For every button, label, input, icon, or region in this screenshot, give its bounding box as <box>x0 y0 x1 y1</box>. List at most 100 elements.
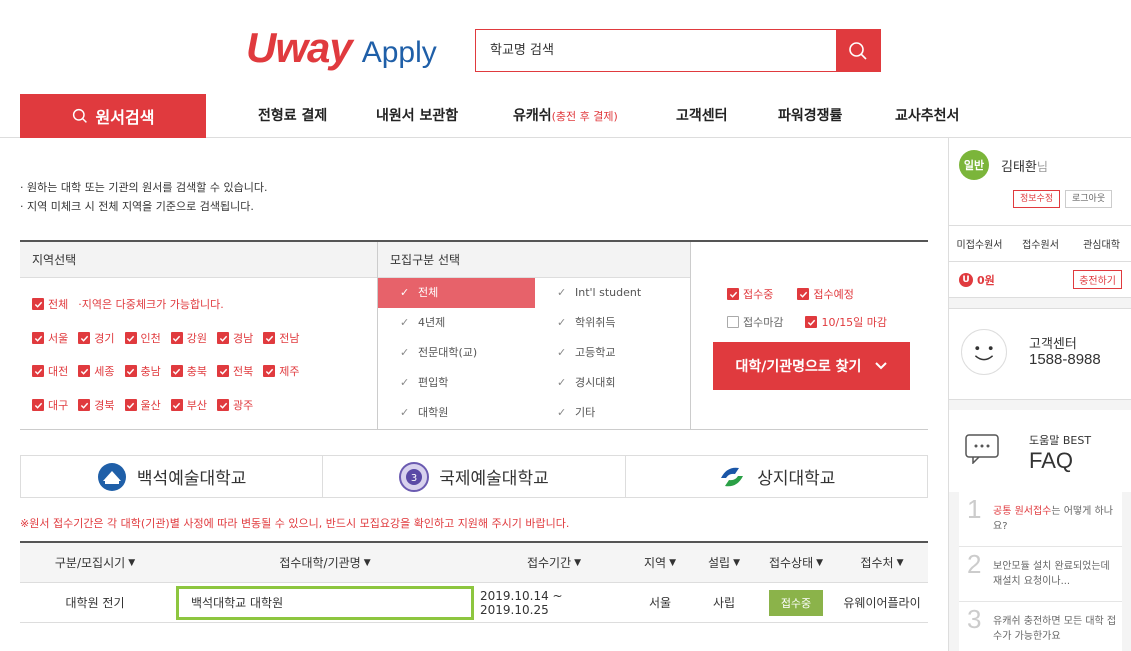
recruit-type-option[interactable]: ✓ Int'l student <box>535 278 692 308</box>
sort-down-icon: ▼ <box>128 557 136 568</box>
find-by-name-label: 대학/기관명으로 찾기 <box>735 359 862 375</box>
baekseok-logo-icon <box>97 462 126 491</box>
recruit-type-option[interactable]: ✓ 전체 <box>378 278 535 308</box>
nav-ucash[interactable]: 유캐쉬(충전 후 결제) <box>513 94 618 138</box>
region-checkbox[interactable]: 대구 <box>32 397 68 413</box>
checkbox-icon <box>78 332 91 344</box>
tab-favorites[interactable]: 관심대학 <box>1071 226 1131 261</box>
kookje-logo-icon: 3 <box>399 461 430 492</box>
region-checkbox[interactable]: 제주 <box>263 363 300 379</box>
recruit-type-option[interactable]: ✓ 4년제 <box>378 308 535 338</box>
nav-customer-center[interactable]: 고객센터 <box>676 94 728 138</box>
uway-apply-logo[interactable]: Uway Apply <box>246 24 437 74</box>
region-checkbox[interactable]: 경남 <box>217 330 253 346</box>
region-all-label: 전체 <box>48 298 69 311</box>
checkbox-icon <box>727 316 739 328</box>
region-checkbox[interactable]: 충남 <box>124 363 161 379</box>
search-button[interactable] <box>836 30 880 71</box>
faq-number: 3 <box>967 604 982 634</box>
checkbox-icon <box>78 365 91 377</box>
recruit-type-option[interactable]: ✓ 대학원 <box>378 398 535 428</box>
status-closed-checkbox[interactable]: 접수마감 <box>727 314 783 330</box>
status-badge[interactable]: 접수중 <box>768 589 824 616</box>
tab-unsubmitted[interactable]: 미접수원서 <box>949 226 1010 261</box>
region-checkbox[interactable]: 충북 <box>170 363 207 379</box>
faq-item[interactable]: 2 보안모듈 설치 완료되었는데 재설치 요청이나... <box>959 547 1122 602</box>
region-checkbox[interactable]: 경북 <box>78 397 115 413</box>
region-checkbox[interactable]: 울산 <box>124 397 161 413</box>
smile-icon <box>961 329 1007 375</box>
col-period-header[interactable]: 접수기간 ▼ <box>480 543 628 582</box>
col-agency-header[interactable]: 접수처 ▼ <box>836 543 928 582</box>
region-checkbox[interactable]: 전북 <box>217 363 253 379</box>
tab-submitted[interactable]: 접수원서 <box>1010 226 1071 261</box>
region-label: 경기 <box>94 332 115 345</box>
region-label: 충북 <box>186 365 207 378</box>
status-deadline-checkbox[interactable]: 10/15일 마감 <box>805 314 887 330</box>
check-icon: ✓ <box>400 316 410 329</box>
col-region-header[interactable]: 지역 ▼ <box>628 543 692 582</box>
user-name-text: 김태환 <box>1001 160 1037 175</box>
school-search-input[interactable] <box>476 30 836 71</box>
region-label: 대구 <box>48 399 69 412</box>
nav-application-search[interactable]: 원서검색 <box>20 94 206 138</box>
region-checkbox[interactable]: 광주 <box>217 397 253 413</box>
recruit-type-option[interactable]: ✓ 경시대회 <box>535 368 692 398</box>
region-checkbox[interactable]: 부산 <box>170 397 207 413</box>
recruit-type-option[interactable]: ✓ 편입학 <box>378 368 535 398</box>
faq-list: 1 공통 원서접수는 어떻게 하나요? 2 보안모듈 설치 완료되었는데 재설치 요… <box>959 492 1122 651</box>
region-label: 광주 <box>233 399 254 412</box>
checkbox-icon <box>805 316 818 328</box>
recruit-type-label: 편입학 <box>418 376 449 389</box>
col-name-header[interactable]: 접수대학/기관명 ▼ <box>170 543 480 582</box>
region-checkbox[interactable]: 강원 <box>170 330 207 346</box>
status-accepting-checkbox[interactable]: 접수중 <box>727 286 773 302</box>
recruit-type-option[interactable]: ✓ 기타 <box>535 398 692 428</box>
region-checkbox[interactable]: 경기 <box>78 330 115 346</box>
faq-item[interactable]: 3 유캐쉬 충전하면 모든 대학 접수가 가능한가요 <box>959 602 1122 651</box>
region-checkbox[interactable]: 서울 <box>32 330 68 346</box>
customer-center-panel[interactable]: 고객센터 1588-8988 <box>949 308 1131 400</box>
nav-my-applications[interactable]: 내원서 보관함 <box>376 94 458 138</box>
col-status-header[interactable]: 접수상태 ▼ <box>756 543 836 582</box>
charge-button[interactable]: 충전하기 <box>1073 270 1122 289</box>
nav-fee-payment[interactable]: 전형료 결제 <box>258 94 327 138</box>
region-all-checkbox[interactable]: 전체 <box>32 296 68 312</box>
university-sangji[interactable]: 상지대학교 <box>626 456 927 497</box>
region-checkbox[interactable]: 세종 <box>78 363 115 379</box>
status-row-1: 접수중 접수예정 <box>727 286 854 302</box>
col-founding-header[interactable]: 설립 ▼ <box>692 543 756 582</box>
col-type-header[interactable]: 구분/모집시기 ▼ <box>20 543 170 582</box>
sort-down-icon: ▼ <box>896 557 904 568</box>
nav-teacher-recommendation[interactable]: 교사추천서 <box>895 94 959 138</box>
region-checkbox[interactable]: 인천 <box>124 330 161 346</box>
cell-university-name[interactable]: 백석대학교 대학원 <box>176 585 474 620</box>
checkbox-icon <box>124 332 137 344</box>
logout-button[interactable]: 로그아웃 <box>1065 190 1113 208</box>
recruit-type-label: 고등학교 <box>575 346 616 359</box>
recruit-type-option[interactable]: ✓ 학위취득 <box>535 308 692 338</box>
region-checkbox[interactable]: 전남 <box>263 330 300 346</box>
university-name: 국제예술대학교 <box>439 469 549 489</box>
university-baekseok-arts[interactable]: 백석예술대학교 <box>21 456 324 497</box>
university-kookje-arts[interactable]: 3 국제예술대학교 <box>323 456 626 497</box>
region-label: 충남 <box>140 365 161 378</box>
faq-panel[interactable]: 도움말 BEST FAQ <box>949 410 1131 492</box>
cell-agency: 유웨이어플라이 <box>843 596 921 610</box>
checkbox-icon <box>263 365 276 377</box>
recruit-type-option[interactable]: ✓ 고등학교 <box>535 338 692 368</box>
main-nav: 원서검색 전형료 결제 내원서 보관함 유캐쉬(충전 후 결제) 고객센터 파워… <box>0 94 1131 138</box>
status-label: 접수예정 <box>813 288 854 301</box>
table-row[interactable]: 대학원 전기 백석대학교 대학원 2019.10.14 ~ 2019.10.25… <box>20 583 928 623</box>
checkbox-icon <box>263 332 276 344</box>
faq-item[interactable]: 1 공통 원서접수는 어떻게 하나요? <box>959 492 1122 547</box>
region-checkbox[interactable]: 대전 <box>32 363 68 379</box>
status-label: 10/15일 마감 <box>821 316 888 329</box>
nav-power-competition[interactable]: 파워경쟁률 <box>778 94 842 138</box>
check-icon: ✓ <box>557 286 567 299</box>
region-title: 지역선택 <box>20 242 377 278</box>
find-by-name-button[interactable]: 대학/기관명으로 찾기 <box>713 342 910 390</box>
status-upcoming-checkbox[interactable]: 접수예정 <box>797 286 854 302</box>
recruit-type-option[interactable]: ✓ 전문대학(교) <box>378 338 535 368</box>
edit-info-button[interactable]: 정보수정 <box>1013 190 1061 208</box>
